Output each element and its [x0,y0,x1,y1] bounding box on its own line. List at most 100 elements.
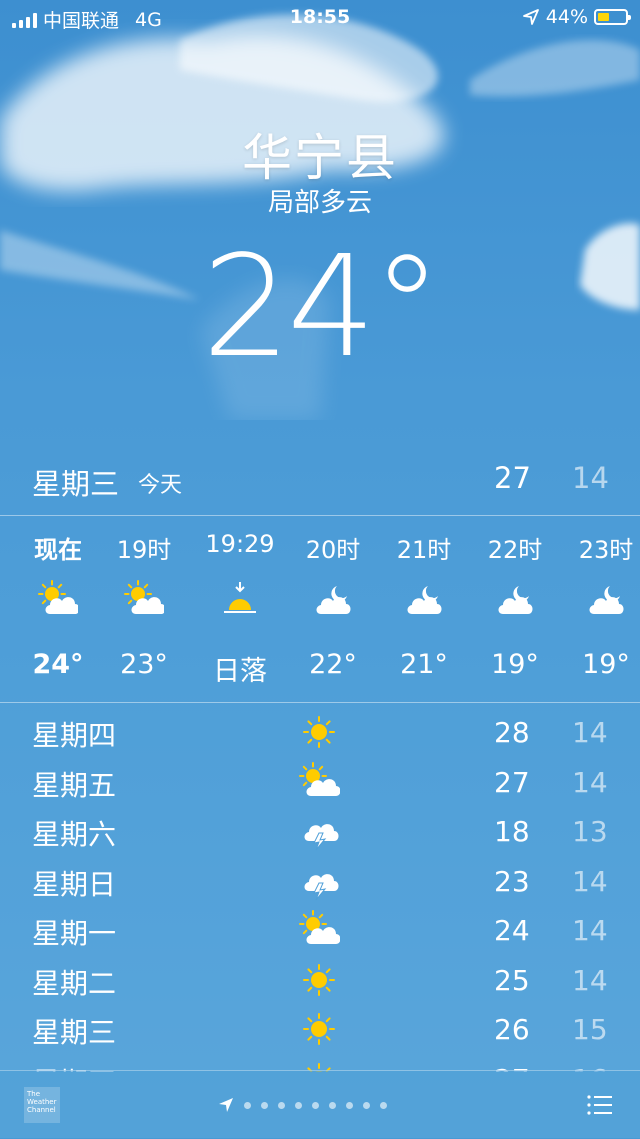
daily-row: 星期三 26 15 [0,1005,640,1053]
today-summary-row: 星期三 今天 27 14 [0,455,640,503]
daily-row: 星期日 23 14 [0,857,640,905]
day-high: 25 [494,963,530,997]
battery-percent: 44% [545,6,588,28]
current-location-page-icon[interactable] [218,1097,234,1113]
day-low: 14 [572,716,608,749]
partly-cloudy-night-icon [589,586,624,614]
hour-temperature: 19° [491,649,539,680]
sun-icon [303,1013,335,1045]
day-high: 18 [494,815,530,848]
today-high: 27 [494,461,531,495]
page-dot[interactable] [363,1101,370,1109]
today-tag: 今天 [138,473,183,498]
partly-cloudy-day-icon [124,580,166,614]
hour-icon-wrap [124,580,166,620]
day-name: 星期三 [32,1016,117,1049]
location-arrow-icon [522,9,539,25]
thunderstorm-icon [304,873,339,900]
day-icon-wrap [298,811,340,851]
hour-temperature: 21° [400,649,448,680]
battery-icon [594,9,631,25]
day-icon-wrap [298,1009,340,1049]
weather-channel-logo[interactable]: The Weather Channel [24,1087,60,1123]
status-right: 44% [522,6,631,28]
partly-cloudy-night-icon [407,586,442,614]
hour-temperature: 22° [309,649,357,680]
hour-label: 19:29 [205,530,275,558]
day-high: 23 [494,864,530,898]
page-dot[interactable] [312,1101,319,1109]
daily-row: 星期一 24 14 [0,906,640,954]
hourly-forecast-strip[interactable]: 现在 24° 19时 23° 19:29 日落 20时 22° 21时 21° 22时 19° 23时 1… [0,516,640,702]
hour-icon-wrap [586,580,626,620]
page-dot[interactable] [346,1101,353,1109]
partly-cloudy-night-icon [316,586,351,614]
partly-cloudy-day-icon [38,580,80,614]
page-dot[interactable] [278,1101,285,1109]
day-name: 星期一 [32,917,117,950]
day-icon-wrap [298,761,341,802]
page-dot[interactable] [244,1101,251,1109]
day-name: 星期六 [32,818,117,851]
hour-label: 22时 [487,536,543,564]
day-high: 27 [494,765,530,799]
hour-icon-wrap [313,580,353,620]
partly-cloudy-day-icon [299,761,341,796]
day-low: 14 [572,864,608,898]
sun-icon [303,716,335,748]
day-low: 13 [572,815,608,848]
day-high: 28 [494,716,530,749]
day-name: 星期五 [32,768,117,802]
daily-row: 星期二 25 14 [0,956,640,1004]
hour-temperature: 23° [120,649,168,680]
city-list-icon[interactable] [586,1093,614,1117]
hour-label: 现在 [34,536,82,564]
hour-label: 20时 [305,536,361,564]
hour-label: 23时 [578,536,634,564]
day-icon-wrap [298,960,340,1000]
city-name: 华宁县 [242,129,398,187]
partly-cloudy-day-icon [299,910,341,944]
day-icon-wrap [298,910,341,950]
day-low: 14 [572,914,608,947]
page-dot[interactable] [329,1101,336,1109]
day-name: 星期二 [32,966,117,1000]
hour-temperature: 24° [32,649,84,680]
today-day: 星期三 [32,467,120,501]
current-temperature: 24° [201,226,442,389]
daily-forecast-list[interactable]: 星期四 28 14 星期五 27 14 星期六 18 13 星期日 23 14 星期一 24 14 星期二 25… [0,708,640,1072]
page-indicator[interactable] [218,1097,387,1113]
hour-temperature: 日落 [213,656,267,687]
page-dot[interactable] [261,1101,268,1109]
day-name: 星期日 [32,867,117,901]
hour-icon-wrap [38,580,80,620]
sun-icon [303,963,335,996]
hour-icon-wrap [495,580,535,620]
logo-text-line: Weather [27,1098,57,1106]
partly-cloudy-night-icon [498,586,533,614]
day-icon-wrap [298,861,340,901]
logo-text-line: The [27,1090,41,1098]
status-bar: 中国联通 4G 18:55 44% [0,0,640,34]
day-icon-wrap [298,712,340,752]
daily-row: 星期六 18 13 [0,807,640,855]
divider [0,702,640,703]
day-low: 14 [572,765,608,799]
page-dot[interactable] [295,1101,302,1109]
hour-icon-wrap [220,580,260,620]
thunderstorm-icon [304,824,339,851]
logo-text-line: Channel [27,1106,56,1114]
today-low: 14 [572,461,609,495]
daily-row: 星期五 27 14 [0,758,640,806]
hour-label: 19时 [116,536,172,564]
day-low: 15 [572,1013,608,1046]
page-dot[interactable] [380,1101,387,1109]
daily-row: 星期四 28 14 [0,708,640,756]
bottom-toolbar: The Weather Channel [0,1070,640,1139]
current-condition: 局部多云 [267,188,372,218]
day-high: 26 [494,1013,530,1046]
day-high: 24 [494,914,530,947]
hour-icon-wrap [404,580,444,620]
day-name: 星期四 [32,719,117,752]
sunset-icon [224,582,256,613]
